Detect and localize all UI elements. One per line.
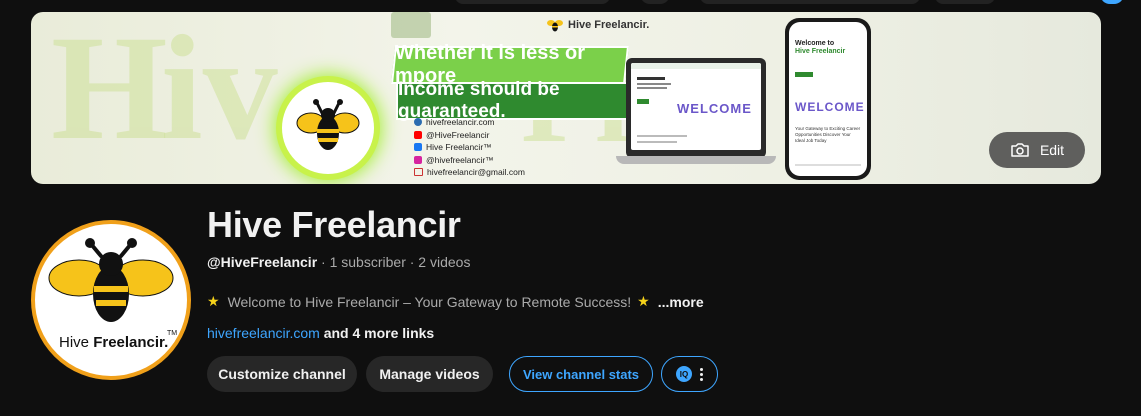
description-text: Welcome to Hive Freelancir – Your Gatewa… <box>227 293 632 310</box>
contact-instagram: @hivefreelancir™ <box>426 154 494 165</box>
customize-label: Customize channel <box>218 366 346 382</box>
contact-row-email: hivefreelancir@gmail.com <box>414 166 525 179</box>
contact-website: hivefreelancir.com <box>426 117 495 127</box>
banner-contacts: hivefreelancir.com @HiveFreelancir Hive … <box>414 116 525 179</box>
channel-description[interactable]: ★ Welcome to Hive Freelancir – Your Gate… <box>207 293 704 310</box>
more-button[interactable]: ...more <box>658 294 704 310</box>
bee-icon <box>547 20 563 32</box>
star-icon-2: ★ <box>637 293 650 309</box>
globe-icon <box>414 118 422 127</box>
stats-label: View channel stats <box>522 366 640 382</box>
extension-menu-button[interactable]: IQ <box>661 356 718 392</box>
banner-laptop-mockup: WELCOME <box>616 58 776 168</box>
banner-brand-name: Hive Freelancir. <box>568 19 650 31</box>
header-control-edge-2[interactable] <box>935 0 995 4</box>
voice-search-edge[interactable] <box>640 0 670 4</box>
manage-videos-button[interactable]: Manage videos <box>366 356 493 392</box>
contact-email: hivefreelancir@gmail.com <box>427 167 525 177</box>
banner-brandmark: Hive Freelancir. <box>546 18 649 32</box>
channel-title: Hive Freelancir <box>207 204 461 245</box>
channel-banner: H iv Fr Hive Freelancir. Whether it is l… <box>31 12 1101 184</box>
banner-logo <box>282 82 374 174</box>
website-link[interactable]: hivefreelancir.com <box>207 325 320 341</box>
view-channel-stats-button[interactable]: View channel stats <box>509 356 653 392</box>
contact-row-instagram: @hivefreelancir™ <box>414 154 525 167</box>
more-links-button[interactable]: and 4 more links <box>320 325 435 341</box>
channel-links: hivefreelancir.com and 4 more links <box>207 325 434 341</box>
avatar-wordmark-bold: Freelancir. <box>93 334 169 351</box>
contact-row-youtube: @HiveFreelancir <box>414 129 525 142</box>
banner-ghost-text: H <box>51 12 168 171</box>
channel-meta: @HiveFreelancir · 1 subscriber · 2 video… <box>207 254 470 270</box>
customize-channel-button[interactable]: Customize channel <box>207 356 357 392</box>
edit-label: Edit <box>1039 142 1065 158</box>
bee-logo-icon <box>296 99 360 150</box>
banner-slogan-line2: Income should be guaranteed. <box>396 79 630 122</box>
iq-extension-icon: IQ <box>676 366 692 382</box>
manage-label: Manage videos <box>379 366 480 382</box>
phone-heading: Welcome to <box>795 40 835 47</box>
email-icon <box>414 168 423 177</box>
channel-avatar[interactable]: Hive Freelancir. TM <box>31 220 191 380</box>
search-box-edge[interactable] <box>455 0 610 4</box>
banner-phone-mockup: Welcome to Hive Freelancir WELCOME Your … <box>785 18 871 180</box>
youtube-icon <box>414 130 422 139</box>
contact-facebook: Hive Freelancir™ <box>426 142 492 152</box>
bee-avatar-icon <box>48 238 174 322</box>
avatar-tm: TM <box>167 330 178 337</box>
contact-youtube: @HiveFreelancir <box>426 129 490 140</box>
facebook-icon <box>414 143 422 152</box>
laptop-welcome-art: WELCOME <box>677 101 752 116</box>
phone-brand: Hive Freelancir <box>795 48 846 55</box>
banner-ghost-text-2: iv <box>161 12 278 171</box>
camera-icon <box>1011 143 1029 157</box>
instagram-icon <box>414 155 422 164</box>
channel-handle: @HiveFreelancir <box>207 254 318 270</box>
channel-stats: · 1 subscriber · 2 videos <box>317 254 471 270</box>
more-options-icon <box>700 367 703 381</box>
edit-banner-button[interactable]: Edit <box>989 132 1085 168</box>
phone-tagline: Your Gateway to Exciting Career Opportun… <box>795 126 861 143</box>
banner-money-graphic <box>391 12 431 38</box>
avatar-wordmark-plain: Hive <box>59 334 94 351</box>
contact-row-website: hivefreelancir.com <box>414 116 525 129</box>
account-avatar-edge[interactable] <box>1100 0 1124 4</box>
avatar-wordmark: Hive Freelancir. <box>59 334 168 351</box>
star-icon: ★ <box>207 293 220 309</box>
phone-welcome-art: WELCOME <box>795 100 865 114</box>
contact-row-facebook: Hive Freelancir™ <box>414 141 525 154</box>
top-bar <box>0 0 1141 8</box>
header-control-edge[interactable] <box>700 0 920 4</box>
